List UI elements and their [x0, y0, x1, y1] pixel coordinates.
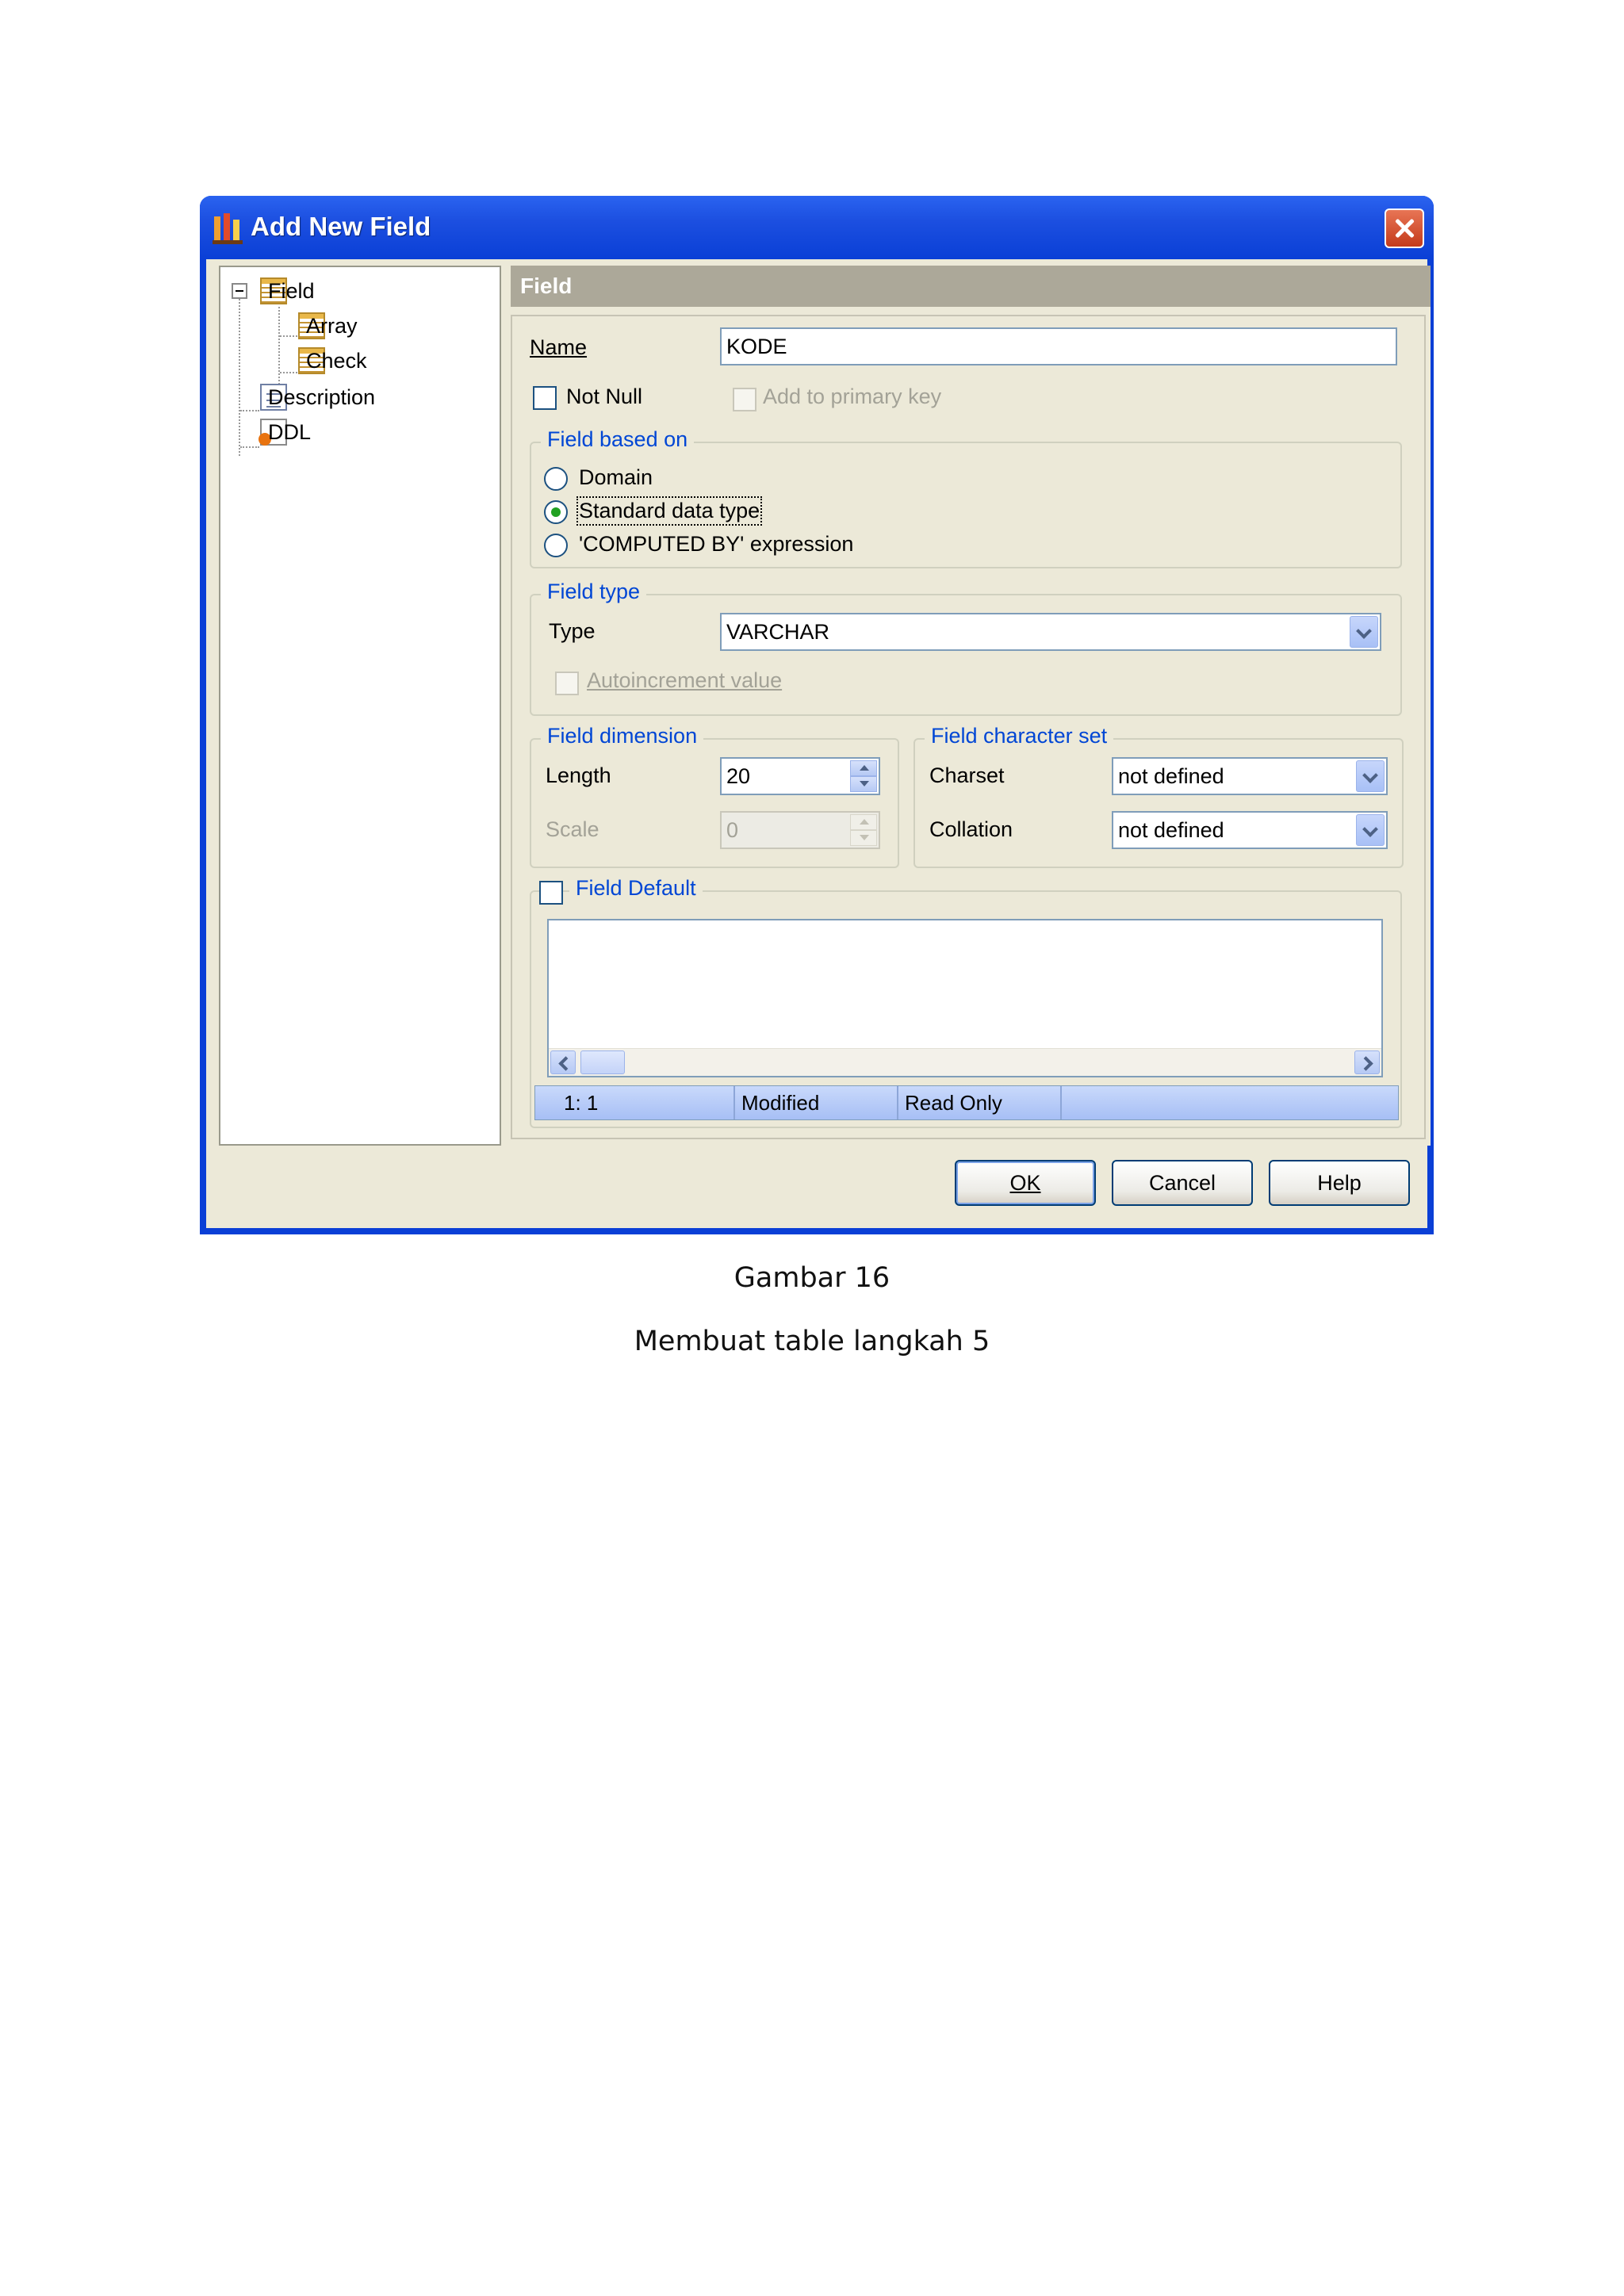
collapse-icon[interactable] — [232, 283, 247, 299]
window-title: Add New Field — [251, 212, 431, 241]
length-spinner[interactable] — [850, 760, 877, 792]
length-label: Length — [546, 763, 611, 787]
length-value: 20 — [726, 764, 751, 788]
autoincrement-checkbox — [555, 672, 579, 695]
scale-value: 0 — [726, 818, 739, 842]
charset-value: not defined — [1118, 764, 1224, 788]
chevron-down-icon[interactable] — [1356, 760, 1385, 792]
scale-spinner — [850, 814, 877, 846]
scroll-right-icon[interactable] — [1354, 1050, 1380, 1074]
field-charset-group: Field character set Charset not defined … — [914, 724, 1404, 868]
tree-item-field[interactable]: Field — [260, 277, 315, 305]
collation-label: Collation — [929, 817, 1013, 841]
spin-down-icon[interactable] — [850, 776, 877, 792]
not-null-checkbox[interactable] — [533, 386, 557, 410]
ok-button[interactable]: OK — [955, 1160, 1096, 1206]
charset-label: Charset — [929, 763, 1005, 787]
radio-domain[interactable] — [544, 467, 568, 491]
field-default-checkbox[interactable] — [539, 881, 563, 905]
field-panel: Field Name KODE Not Null Add to primary … — [511, 266, 1431, 1146]
field-type-title: Field type — [541, 580, 647, 604]
radio-computed-by[interactable] — [544, 534, 568, 557]
close-icon[interactable] — [1385, 209, 1424, 248]
editor-status-bar: 1: 1 Modified Read Only — [534, 1085, 1399, 1120]
field-dimension-title: Field dimension — [541, 724, 704, 748]
radio-standard-data-type-label: Standard data type — [576, 496, 763, 526]
name-input[interactable]: KODE — [720, 327, 1397, 365]
title-bar[interactable]: Add New Field — [200, 196, 1434, 259]
field-based-on-group: Field based on Domain Standard data type… — [530, 427, 1402, 568]
scroll-left-icon[interactable] — [550, 1050, 576, 1074]
figure-caption-text: Membuat table langkah 5 — [634, 1326, 990, 1357]
scale-input: 0 — [720, 811, 880, 849]
spin-down-icon — [850, 830, 877, 846]
status-mode: Read Only — [898, 1086, 1062, 1119]
length-input[interactable]: 20 — [720, 757, 880, 795]
tree-item-check[interactable]: Check — [298, 346, 367, 375]
field-type-group: Field type Type VARCHAR Autoincrement va… — [530, 580, 1402, 716]
type-select[interactable]: VARCHAR — [720, 613, 1381, 651]
tree-item-description[interactable]: Description — [260, 383, 375, 411]
default-value-editor[interactable] — [547, 919, 1383, 1077]
tree-item-ddl[interactable]: DDL — [259, 418, 311, 446]
field-default-group: Field Default 1: 1 Modified Read Only — [530, 876, 1402, 1128]
type-label: Type — [549, 619, 596, 643]
horizontal-scrollbar[interactable] — [549, 1048, 1381, 1076]
chevron-down-icon[interactable] — [1356, 814, 1385, 846]
collation-value: not defined — [1118, 818, 1224, 842]
autoincrement-label: Autoincrement value — [587, 668, 783, 692]
cancel-button[interactable]: Cancel — [1112, 1160, 1253, 1206]
primary-key-checkbox — [733, 388, 756, 411]
spin-up-icon[interactable] — [850, 760, 877, 776]
type-select-value: VARCHAR — [726, 620, 830, 644]
radio-computed-by-label: 'COMPUTED BY' expression — [579, 532, 854, 556]
primary-key-label: Add to primary key — [763, 385, 942, 408]
name-label: Name — [530, 335, 588, 359]
tree-item-array[interactable]: Array — [298, 312, 358, 340]
field-charset-title: Field character set — [925, 724, 1114, 748]
status-position: 1: 1 — [535, 1086, 735, 1119]
figure-caption-number: Gambar 16 — [733, 1262, 891, 1294]
panel-header: Field — [511, 266, 1431, 307]
app-icon — [213, 213, 243, 244]
status-extra — [1062, 1086, 1398, 1119]
field-default-title: Field Default — [569, 876, 703, 901]
add-new-field-dialog: Add New Field Field Array Check Descript… — [200, 196, 1434, 1234]
navigation-tree: Field Array Check Description DDL — [219, 266, 501, 1146]
field-dimension-group: Field dimension Length 20 Scale 0 — [530, 724, 899, 868]
scale-label: Scale — [546, 817, 599, 841]
panel-content: Name KODE Not Null Add to primary key Fi… — [511, 315, 1426, 1139]
not-null-label: Not Null — [566, 385, 643, 408]
chevron-down-icon[interactable] — [1350, 616, 1378, 648]
field-based-on-title: Field based on — [541, 427, 695, 452]
status-modified: Modified — [735, 1086, 898, 1119]
collation-select[interactable]: not defined — [1112, 811, 1388, 849]
dialog-body: Field Array Check Description DDL Field — [206, 259, 1431, 1228]
radio-domain-label: Domain — [579, 465, 653, 489]
spin-up-icon — [850, 814, 877, 830]
radio-standard-data-type[interactable] — [544, 500, 568, 524]
charset-select[interactable]: not defined — [1112, 757, 1388, 795]
help-button[interactable]: Help — [1269, 1160, 1410, 1206]
scroll-thumb[interactable] — [580, 1050, 625, 1074]
